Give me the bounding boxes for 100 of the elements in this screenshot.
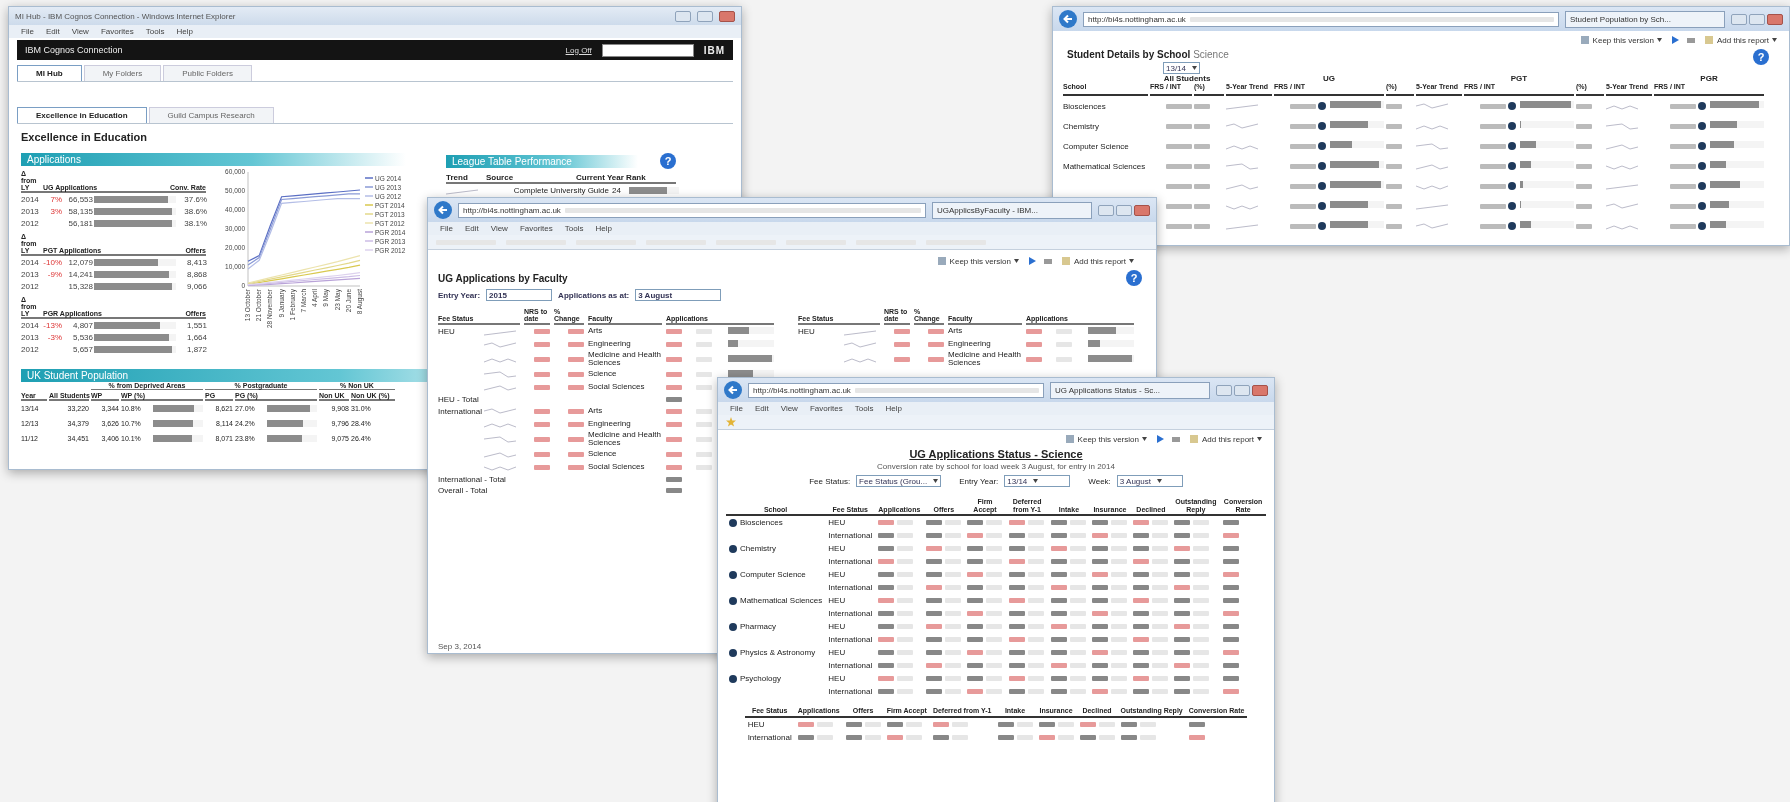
- blurred-figure: [1576, 163, 1592, 169]
- logoff-link[interactable]: Log Off: [565, 45, 592, 55]
- browser-tab[interactable]: UGApplicsByFaculty - IBM...: [932, 201, 1092, 219]
- help-icon[interactable]: ?: [1126, 270, 1142, 286]
- minimize-icon[interactable]: [1731, 13, 1747, 25]
- menu-item[interactable]: Help: [885, 404, 902, 413]
- blurred-figure: [1194, 183, 1210, 189]
- play-icon[interactable]: [1154, 434, 1165, 444]
- search-field[interactable]: [601, 43, 694, 57]
- browser-tab[interactable]: Student Population by Sch...: [1565, 10, 1725, 28]
- blurred-figure: [878, 533, 895, 539]
- filter-dropdown[interactable]: Fee Status (Grou...: [856, 475, 942, 487]
- tab[interactable]: Public Folders: [163, 65, 252, 81]
- blurred-figure: [1152, 572, 1169, 578]
- filter-dropdown[interactable]: 13/14: [1004, 475, 1071, 487]
- table-cell-text: 24: [612, 186, 622, 195]
- blurred-figure: [945, 559, 962, 565]
- filter-dropdown[interactable]: 3 August: [1116, 475, 1183, 487]
- blurred-figure: [666, 421, 682, 427]
- table-cell-text: HEU: [827, 647, 847, 660]
- help-icon[interactable]: ?: [660, 153, 676, 169]
- menu-item[interactable]: Tools: [854, 404, 874, 413]
- menu-item[interactable]: View: [780, 404, 798, 413]
- tab[interactable]: Excellence in Education: [17, 107, 147, 123]
- menu-item[interactable]: File: [730, 404, 743, 413]
- blurred-figure: [897, 611, 914, 617]
- close-icon[interactable]: [1767, 13, 1783, 25]
- play-icon[interactable]: [1669, 35, 1680, 45]
- menu-item[interactable]: Favorites: [100, 27, 134, 36]
- minimize-icon[interactable]: [1216, 384, 1232, 396]
- address-field[interactable]: http://bi4s.nottingham.ac.uk: [748, 382, 1044, 398]
- blurred-figure: [945, 585, 962, 591]
- blurred-figure: [878, 663, 895, 669]
- blurred-figure: [1051, 676, 1068, 682]
- close-icon[interactable]: [1252, 384, 1268, 396]
- menu-item[interactable]: Favorites: [519, 224, 553, 233]
- toolbar-button[interactable]: Add this report: [1701, 34, 1779, 46]
- toolbar-button[interactable]: Keep this version: [1062, 433, 1149, 445]
- status-dot-icon: [729, 622, 737, 631]
- maximize-icon[interactable]: [1234, 384, 1250, 396]
- date-dropdown[interactable]: 3 August: [635, 289, 722, 301]
- toolbar-button[interactable]: Keep this version: [1577, 34, 1664, 46]
- status-dot-icon: [1698, 202, 1706, 210]
- close-icon[interactable]: [719, 10, 735, 22]
- blurred-figure: [1070, 559, 1087, 565]
- tab[interactable]: Guild Campus Research: [148, 107, 274, 123]
- toolbar-button[interactable]: Add this report: [1058, 255, 1136, 267]
- entry-year-dropdown[interactable]: 2015: [486, 289, 553, 301]
- menu-item[interactable]: View: [490, 224, 508, 233]
- menu-item[interactable]: Help: [595, 224, 612, 233]
- table-cell: -13%: [42, 320, 62, 330]
- status-dot-icon: [1508, 162, 1516, 170]
- blurred-figure: [1051, 663, 1068, 669]
- blurred-figure: [1092, 689, 1109, 695]
- address-field[interactable]: http://bi4s.nottingham.ac.uk: [1083, 11, 1559, 27]
- tab[interactable]: MI Hub: [17, 65, 82, 81]
- maximize-icon[interactable]: [1116, 204, 1132, 216]
- table-cell: -10%: [42, 257, 62, 267]
- year-dropdown[interactable]: 13/14: [1163, 62, 1201, 74]
- menu-item[interactable]: Edit: [464, 224, 479, 233]
- blurred-figure: [1194, 223, 1210, 229]
- help-icon[interactable]: ?: [1753, 49, 1769, 65]
- column-group-header: PGR: [1699, 74, 1719, 83]
- play-icon[interactable]: [1026, 256, 1037, 266]
- menu-item[interactable]: Edit: [754, 404, 769, 413]
- blurred-figure: [1188, 735, 1205, 741]
- table-cell-text: HEU: [827, 673, 847, 686]
- blurred-figure: [666, 436, 682, 442]
- menu-item[interactable]: Edit: [45, 27, 60, 36]
- brand-logo: IBM: [703, 44, 725, 56]
- menu-item[interactable]: Help: [176, 27, 193, 36]
- menu-item[interactable]: Tools: [145, 27, 165, 36]
- menu-item[interactable]: File: [21, 27, 34, 36]
- blurred-figure: [1008, 533, 1025, 539]
- menu-item[interactable]: View: [71, 27, 89, 36]
- toolbar-button[interactable]: Keep this version: [934, 255, 1021, 267]
- blurred-figure: [1008, 559, 1025, 565]
- close-icon[interactable]: [1134, 204, 1150, 216]
- blurred-figure: [1670, 143, 1696, 149]
- minimize-icon[interactable]: [675, 10, 691, 22]
- browser-tab[interactable]: UG Applications Status - Sc...: [1050, 381, 1210, 399]
- blurred-figure: [986, 676, 1003, 682]
- menu-item[interactable]: File: [440, 224, 453, 233]
- menu-item[interactable]: Tools: [564, 224, 584, 233]
- menu-item[interactable]: Favorites: [809, 404, 843, 413]
- blurred-figure: [534, 371, 550, 377]
- maximize-icon[interactable]: [1749, 13, 1765, 25]
- tab[interactable]: My Folders: [83, 65, 162, 81]
- blurred-figure: [1223, 546, 1240, 552]
- address-field[interactable]: http://bi4s.nottingham.ac.uk: [458, 202, 926, 218]
- toolbar-button[interactable]: Add this report: [1186, 433, 1264, 445]
- star-icon[interactable]: [726, 417, 736, 427]
- blurred-figure: [534, 384, 550, 390]
- field-label: Entry Year:: [438, 290, 481, 300]
- maximize-icon[interactable]: [697, 10, 713, 22]
- column-group-header: All Students: [1162, 74, 1212, 83]
- table-cell-text: International: [827, 608, 874, 621]
- minimize-icon[interactable]: [1098, 204, 1114, 216]
- table-cell-text: 56,181: [67, 218, 93, 228]
- blurred-figure: [1166, 223, 1192, 229]
